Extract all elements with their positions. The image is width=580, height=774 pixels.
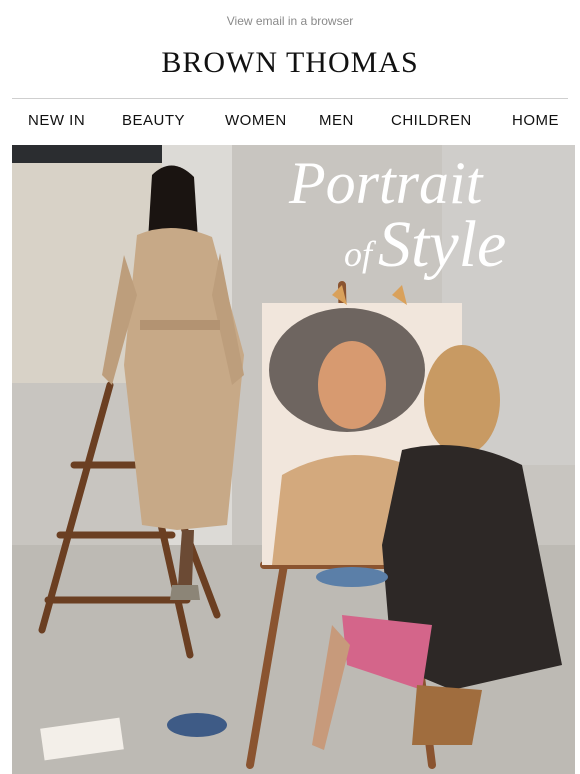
hero-headline-line-2: ofStyle — [344, 207, 506, 283]
nav-top-divider — [12, 98, 568, 99]
paint-palette — [167, 713, 227, 737]
view-in-browser-link[interactable]: View email in a browser — [0, 14, 580, 28]
brand-logo[interactable]: BROWN THOMAS — [0, 46, 580, 80]
nav-item-men[interactable]: MEN — [319, 112, 354, 129]
main-nav: NEW IN BEAUTY WOMEN MEN CHILDREN HOME — [12, 100, 568, 144]
nav-item-home[interactable]: HOME — [512, 112, 559, 129]
hero-headline-of: of — [344, 234, 373, 274]
easel-palette — [316, 567, 388, 587]
nav-item-new-in[interactable]: NEW IN — [28, 112, 85, 129]
nav-item-children[interactable]: CHILDREN — [391, 112, 472, 129]
nav-item-beauty[interactable]: BEAUTY — [122, 112, 185, 129]
nav-item-women[interactable]: WOMEN — [225, 112, 287, 129]
hero-headline-style: Style — [378, 208, 507, 281]
hero-banner[interactable]: Portrait ofStyle — [12, 145, 575, 774]
